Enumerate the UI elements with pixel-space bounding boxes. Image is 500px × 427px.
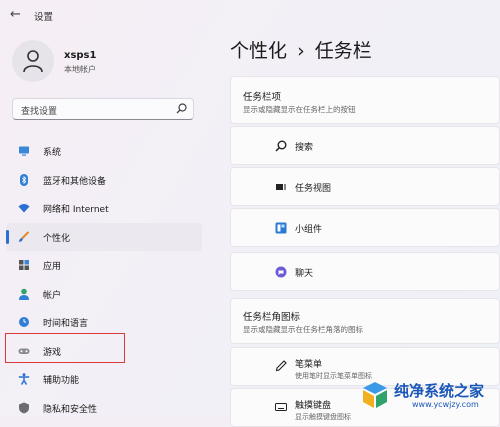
user-name: xsps1 (64, 50, 97, 61)
breadcrumb-separator: › (297, 40, 305, 62)
chat-icon (275, 266, 287, 278)
monitor-icon (19, 146, 29, 156)
section-title: 任务栏项 (243, 92, 282, 103)
bluetooth-icon (20, 173, 28, 186)
task-view-icon (276, 184, 286, 190)
selected-indicator (6, 229, 9, 244)
apps-icon (19, 260, 29, 270)
sidebar-item-bluetooth[interactable]: 蓝牙和其他设备 (6, 166, 202, 195)
taskbar-items-header[interactable]: 任务栏项 显示或隐藏显示在任务栏上的按钮 (230, 76, 500, 124)
sidebar-item-network[interactable]: 网络和 Internet (6, 194, 202, 223)
person-icon (23, 50, 43, 73)
watermark-name: 纯净系统之家 (394, 382, 485, 400)
sidebar-item-label: 时间和语言 (43, 319, 89, 329)
search-input[interactable]: 查找设置 (12, 98, 194, 120)
breadcrumb-parent[interactable]: 个性化 (230, 40, 287, 62)
widgets-icon (275, 222, 287, 234)
sidebar-item-privacy[interactable]: 隐私和安全性 (6, 394, 202, 423)
sidebar-item-label: 帐户 (43, 290, 62, 301)
taskbar-item-chat[interactable]: 聊天 (230, 252, 500, 291)
page-title: 个性化 › 任务栏 (230, 36, 372, 63)
sidebar-item-label: 辅助功能 (43, 376, 80, 386)
sidebar-item-accounts[interactable]: 帐户 (6, 280, 202, 309)
item-label: 搜索 (295, 143, 314, 153)
highlight-box (5, 333, 125, 363)
globe-clock-icon (19, 317, 29, 327)
pen-icon (275, 360, 287, 372)
item-label: 小组件 (295, 225, 323, 235)
sidebar-item-label: 系统 (43, 148, 62, 158)
section-subtitle: 显示或隐藏显示在任务栏角落的图标 (243, 325, 363, 334)
search-placeholder: 查找设置 (21, 107, 58, 117)
taskbar-item-task-view[interactable]: 任务视图 (230, 167, 500, 206)
sidebar-item-personalization[interactable]: 个性化 (6, 222, 202, 251)
brush-icon (19, 230, 30, 242)
avatar (12, 40, 54, 82)
item-label: 任务视图 (295, 184, 332, 194)
sidebar-item-label: 个性化 (43, 233, 71, 244)
keyboard-icon (275, 403, 287, 411)
breadcrumb-current: 任务栏 (314, 40, 372, 62)
sidebar-item-label: 应用 (43, 262, 62, 272)
sidebar-item-label: 网络和 Internet (43, 205, 109, 215)
person-icon (19, 288, 29, 300)
watermark-logo-icon (363, 382, 387, 408)
watermark-url: www.ycwjzy.com (412, 400, 479, 409)
accessibility-icon (18, 373, 30, 385)
app-title: 设置 (34, 12, 54, 23)
title-bar: ← 设置 (0, 0, 500, 30)
sidebar-item-system[interactable]: 系统 (6, 137, 202, 166)
taskbar-item-search[interactable]: 搜索 (230, 126, 500, 165)
sidebar-nav: 系统 蓝牙和其他设备 网络和 Internet 个性化 应用 帐户 时间和语言 … (6, 137, 202, 422)
sidebar-item-apps[interactable]: 应用 (6, 251, 202, 280)
item-label: 聊天 (295, 269, 314, 279)
item-sublabel: 显示触摸键盘图标 (295, 413, 351, 421)
sidebar-item-label: 蓝牙和其他设备 (43, 176, 107, 187)
shield-icon (19, 402, 29, 413)
search-icon (176, 103, 187, 114)
item-label: 笔菜单 (295, 360, 323, 370)
wifi-icon (18, 204, 30, 213)
taskbar-corner-icons-header[interactable]: 任务栏角图标 显示或隐藏显示在任务栏角落的图标 (230, 298, 500, 344)
section-title: 任务栏角图标 (243, 312, 301, 323)
sidebar-item-label: 隐私和安全性 (43, 404, 98, 415)
search-icon (275, 140, 287, 152)
item-label: 触摸键盘 (295, 401, 332, 411)
section-subtitle: 显示或隐藏显示在任务栏上的按钮 (243, 105, 356, 114)
account-type: 本地帐户 (64, 65, 96, 74)
sidebar-item-accessibility[interactable]: 辅助功能 (6, 365, 202, 394)
back-arrow-icon[interactable]: ← (10, 7, 21, 22)
taskbar-item-widgets[interactable]: 小组件 (230, 208, 500, 247)
